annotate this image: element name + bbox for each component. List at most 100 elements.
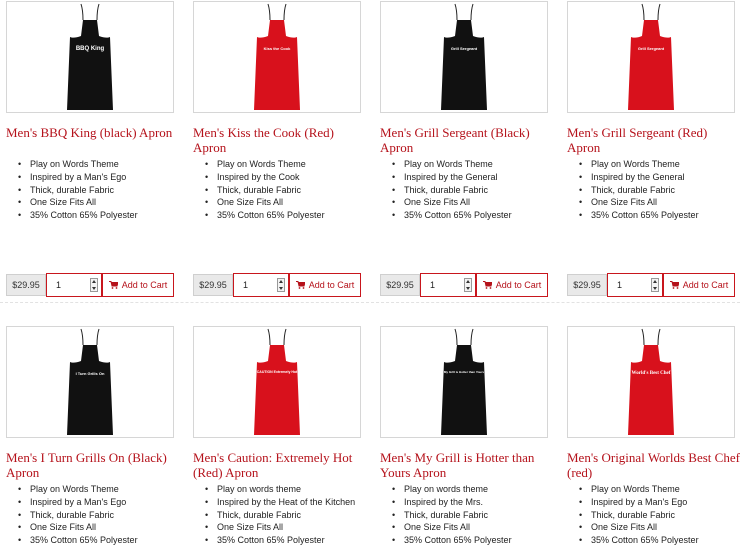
feature-list: Play on Words Theme Inspired by a Man's … — [18, 483, 138, 547]
apron-print-text: Grill Sergeant — [638, 46, 665, 51]
feature-item: Thick, durable Fabric — [205, 184, 325, 197]
product-title-link[interactable]: Men's My Grill is Hotter than Yours Apro… — [380, 450, 556, 480]
feature-item: Play on words theme — [392, 483, 512, 496]
purchase-controls: $29.95 1 Add to Cart — [6, 273, 174, 297]
feature-item: One Size Fits All — [18, 521, 138, 534]
feature-item: 35% Cotton 65% Polyester — [392, 209, 512, 222]
feature-item: Play on Words Theme — [205, 158, 325, 171]
quantity-value[interactable]: 1 — [243, 274, 248, 296]
feature-list: Play on words theme Inspired by the Heat… — [205, 483, 355, 547]
spinner-arrows-icon[interactable] — [90, 278, 98, 292]
feature-item: Thick, durable Fabric — [205, 509, 355, 522]
product-image[interactable]: Grill Sergeant — [380, 1, 548, 113]
feature-item: Play on words theme — [205, 483, 355, 496]
product-image[interactable]: CAUTION Extremely Hot — [193, 326, 361, 438]
feature-item: One Size Fits All — [579, 521, 699, 534]
apron-print-text: I Turn Grills On — [76, 371, 105, 376]
feature-item: Inspired by the General — [392, 171, 512, 184]
quantity-value[interactable]: 1 — [430, 274, 435, 296]
feature-item: One Size Fits All — [392, 521, 512, 534]
quantity-stepper[interactable]: 1 — [233, 273, 289, 297]
feature-item: One Size Fits All — [392, 196, 512, 209]
cart-icon — [669, 281, 679, 289]
add-to-cart-button[interactable]: Add to Cart — [476, 273, 548, 297]
spinner-arrows-icon[interactable] — [277, 278, 285, 292]
apron-image: BBQ King — [67, 3, 113, 110]
price-badge: $29.95 — [567, 274, 607, 296]
quantity-value[interactable]: 1 — [617, 274, 622, 296]
add-to-cart-label: Add to Cart — [495, 280, 542, 290]
product-title-link[interactable]: Men's Grill Sergeant (Black) Apron — [380, 125, 556, 155]
apron-image: Grill Sergeant — [441, 3, 487, 110]
add-to-cart-button[interactable]: Add to Cart — [663, 273, 735, 297]
product-image[interactable]: Kiss the Cook — [193, 1, 361, 113]
add-to-cart-button[interactable]: Add to Cart — [289, 273, 361, 297]
product-image[interactable]: BBQ King — [6, 1, 174, 113]
quantity-stepper[interactable]: 1 — [607, 273, 663, 297]
feature-item: Inspired by the Mrs. — [392, 496, 512, 509]
feature-list: Play on words theme Inspired by the Mrs.… — [392, 483, 512, 547]
apron-print-text: CAUTION Extremely Hot — [257, 370, 298, 374]
feature-list: Play on Words Theme Inspired by a Man's … — [18, 158, 138, 222]
apron-print-text: Kiss the Cook — [264, 46, 291, 51]
purchase-controls: $29.95 1 Add to Cart — [567, 273, 735, 297]
product-title-link[interactable]: Men's Kiss the Cook (Red) Apron — [193, 125, 369, 155]
feature-item: One Size Fits All — [205, 521, 355, 534]
product-grid: BBQ King Men's BBQ King (black) Apron Pl… — [0, 0, 740, 553]
cart-icon — [108, 281, 118, 289]
cart-icon — [295, 281, 305, 289]
feature-item: Play on Words Theme — [579, 158, 699, 171]
feature-item: Inspired by the Heat of the Kitchen — [205, 496, 355, 509]
feature-item: 35% Cotton 65% Polyester — [579, 209, 699, 222]
add-to-cart-label: Add to Cart — [308, 280, 355, 290]
feature-item: 35% Cotton 65% Polyester — [18, 534, 138, 547]
add-to-cart-button[interactable]: Add to Cart — [102, 273, 174, 297]
product-title-link[interactable]: Men's Grill Sergeant (Red) Apron — [567, 125, 740, 155]
feature-item: One Size Fits All — [18, 196, 138, 209]
spinner-arrows-icon[interactable] — [651, 278, 659, 292]
product-image[interactable]: I Turn Grills On — [6, 326, 174, 438]
feature-item: 35% Cotton 65% Polyester — [579, 534, 699, 547]
apron-image: My Grill is Hotter than Yours — [441, 328, 487, 435]
add-to-cart-label: Add to Cart — [682, 280, 729, 290]
feature-item: Thick, durable Fabric — [18, 509, 138, 522]
feature-item: 35% Cotton 65% Polyester — [205, 209, 325, 222]
quantity-value[interactable]: 1 — [56, 274, 61, 296]
feature-item: Thick, durable Fabric — [579, 509, 699, 522]
feature-item: Play on Words Theme — [18, 483, 138, 496]
feature-item: Thick, durable Fabric — [392, 184, 512, 197]
product-image[interactable]: Grill Sergeant — [567, 1, 735, 113]
quantity-stepper[interactable]: 1 — [420, 273, 476, 297]
price-badge: $29.95 — [6, 274, 46, 296]
apron-image: I Turn Grills On — [67, 328, 113, 435]
product-title-link[interactable]: Men's BBQ King (black) Apron — [6, 125, 182, 140]
feature-item: Inspired by a Man's Ego — [579, 496, 699, 509]
product-title-link[interactable]: Men's Original Worlds Best Chef (red) — [567, 450, 740, 480]
purchase-controls: $29.95 1 Add to Cart — [380, 273, 548, 297]
apron-image: CAUTION Extremely Hot — [254, 328, 300, 435]
apron-print-text: World's Best Chef — [632, 371, 671, 376]
cart-icon — [482, 281, 492, 289]
product-image[interactable]: My Grill is Hotter than Yours — [380, 326, 548, 438]
feature-item: 35% Cotton 65% Polyester — [205, 534, 355, 547]
feature-item: 35% Cotton 65% Polyester — [18, 209, 138, 222]
add-to-cart-label: Add to Cart — [121, 280, 168, 290]
feature-item: Inspired by a Man's Ego — [18, 496, 138, 509]
product-image[interactable]: World's Best Chef — [567, 326, 735, 438]
feature-item: Thick, durable Fabric — [392, 509, 512, 522]
price-badge: $29.95 — [380, 274, 420, 296]
feature-list: Play on Words Theme Inspired by the Gene… — [392, 158, 512, 222]
spinner-arrows-icon[interactable] — [464, 278, 472, 292]
product-title-link[interactable]: Men's I Turn Grills On (Black) Apron — [6, 450, 182, 480]
apron-print-text: Grill Sergeant — [451, 46, 478, 51]
price-badge: $29.95 — [193, 274, 233, 296]
feature-list: Play on Words Theme Inspired by the Cook… — [205, 158, 325, 222]
feature-item: Play on Words Theme — [579, 483, 699, 496]
feature-list: Play on Words Theme Inspired by a Man's … — [579, 483, 699, 547]
row-divider — [0, 302, 740, 303]
feature-item: 35% Cotton 65% Polyester — [392, 534, 512, 547]
quantity-stepper[interactable]: 1 — [46, 273, 102, 297]
feature-item: Inspired by a Man's Ego — [18, 171, 138, 184]
product-title-link[interactable]: Men's Caution: Extremely Hot (Red) Apron — [193, 450, 369, 480]
apron-print-text: My Grill is Hotter than Yours — [444, 370, 485, 374]
